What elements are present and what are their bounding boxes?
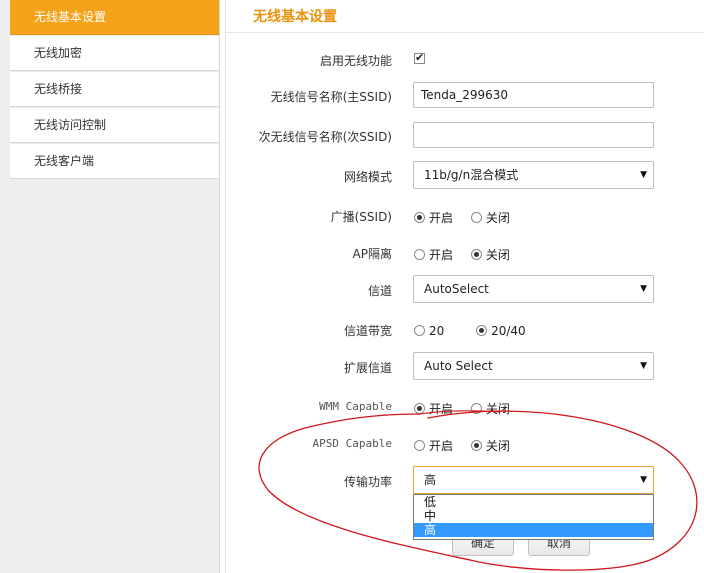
bandwidth-option-20[interactable]: 20	[414, 323, 444, 338]
radio-label: 关闭	[485, 211, 510, 225]
broadcast-option-off[interactable]: 关闭	[470, 209, 510, 226]
network-mode-select[interactable]: 11b/g/n混合模式 ▼	[413, 161, 654, 189]
radio-button[interactable]	[414, 212, 425, 223]
broadcast-option-on[interactable]: 开启	[414, 209, 453, 226]
bandwidth-label: 信道带宽	[343, 324, 392, 338]
radio-label: 关闭	[485, 248, 510, 262]
radio-label: 开启	[429, 248, 454, 262]
radio-label: 开启	[429, 439, 454, 453]
network-mode-value: 11b/g/n混合模式	[424, 168, 519, 182]
sidebar-item-wireless-encryption[interactable]: 无线加密	[10, 36, 219, 71]
radio-button[interactable]	[470, 403, 482, 414]
radio-label: 关闭	[485, 439, 510, 453]
tx-power-label: 传输功率	[343, 475, 392, 489]
check-icon: ✔	[415, 51, 425, 64]
ap-isolation-option-on[interactable]: 开启	[414, 246, 453, 263]
radio-label: 开启	[429, 211, 454, 225]
radio-button[interactable]	[414, 440, 425, 451]
broadcast-label: 广播(SSID)	[330, 210, 392, 224]
tx-power-option-mid[interactable]: 中	[414, 509, 653, 523]
ap-isolation-option-off[interactable]: 关闭	[470, 246, 510, 263]
ssid-secondary-label: 次无线信号名称(次SSID)	[258, 130, 392, 144]
radio-button[interactable]	[470, 249, 482, 260]
apsd-option-off[interactable]: 关闭	[470, 437, 510, 454]
triangle-down-icon: ▼	[640, 475, 647, 485]
sidebar-item-wireless-bridge[interactable]: 无线桥接	[10, 72, 219, 107]
enable-wireless-checkbox[interactable]: ✔	[414, 51, 425, 64]
triangle-down-icon: ▼	[640, 284, 647, 294]
radio-button[interactable]	[470, 440, 482, 451]
content-divider	[225, 0, 226, 573]
radio-label: 关闭	[485, 402, 510, 416]
broadcast-radio-group: 开启 关闭	[414, 209, 524, 226]
tx-power-select[interactable]: 高 ▼	[413, 466, 654, 494]
wmm-option-off[interactable]: 关闭	[470, 400, 510, 417]
radio-button[interactable]	[470, 212, 482, 223]
radio-label: 20	[429, 323, 445, 338]
radio-label: 20/40	[491, 323, 526, 338]
network-mode-label: 网络模式	[343, 170, 392, 184]
sidebar-item-wireless-client[interactable]: 无线客户端	[10, 144, 219, 179]
tx-power-option-low[interactable]: 低	[414, 495, 653, 509]
channel-label: 信道	[367, 284, 392, 298]
ext-channel-select[interactable]: Auto Select ▼	[413, 352, 654, 380]
bandwidth-radio-group: 20 20/40	[414, 323, 540, 338]
radio-button[interactable]	[414, 249, 425, 260]
title-divider	[226, 32, 704, 33]
page-title: 无线基本设置	[253, 9, 337, 25]
radio-button[interactable]	[476, 325, 488, 336]
radio-button[interactable]	[414, 403, 425, 414]
radio-label: 开启	[429, 402, 454, 416]
wmm-radio-group: 开启 关闭	[414, 400, 524, 417]
triangle-down-icon: ▼	[640, 361, 647, 371]
channel-value: AutoSelect	[424, 282, 489, 296]
wmm-option-on[interactable]: 开启	[414, 400, 453, 417]
sidebar-item-wireless-basic[interactable]: 无线基本设置	[10, 0, 219, 35]
triangle-down-icon: ▼	[640, 170, 647, 180]
tx-power-value: 高	[424, 473, 437, 487]
apsd-label: APSD Capable	[312, 437, 392, 450]
ext-channel-value: Auto Select	[424, 359, 493, 373]
ap-isolation-label: AP隔离	[352, 247, 392, 261]
radio-button[interactable]	[414, 325, 425, 336]
channel-select[interactable]: AutoSelect ▼	[413, 275, 654, 303]
wmm-label: WMM Capable	[319, 400, 392, 413]
apsd-option-on[interactable]: 开启	[414, 437, 453, 454]
ext-channel-label: 扩展信道	[343, 361, 392, 375]
enable-wireless-label: 启用无线功能	[319, 54, 392, 68]
sidebar-item-wireless-access-control[interactable]: 无线访问控制	[10, 108, 219, 143]
tx-power-option-high[interactable]: 高	[414, 523, 653, 537]
ssid-primary-label: 无线信号名称(主SSID)	[270, 90, 392, 104]
ap-isolation-radio-group: 开启 关闭	[414, 246, 524, 263]
sidebar-nav: 无线基本设置 无线加密 无线桥接 无线访问控制 无线客户端	[0, 0, 220, 573]
bandwidth-option-20-40[interactable]: 20/40	[476, 323, 526, 338]
apsd-radio-group: 开启 关闭	[414, 437, 524, 454]
tx-power-dropdown-list: 低 中 高	[413, 494, 654, 540]
ssid-primary-input[interactable]	[413, 82, 654, 108]
ssid-secondary-input[interactable]	[413, 122, 654, 148]
